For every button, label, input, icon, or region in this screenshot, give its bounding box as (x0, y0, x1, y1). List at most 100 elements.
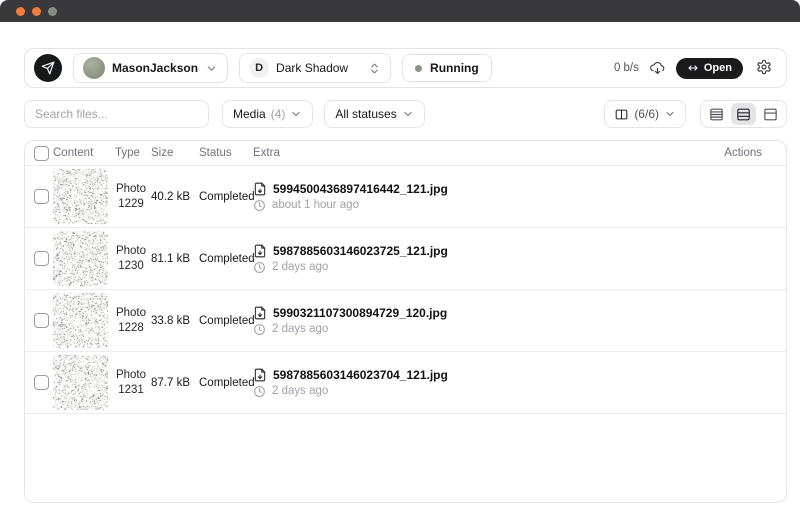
cloud-download-icon (650, 61, 665, 76)
table-row: Photo 1230 81.1 kB Completed 59878856031… (25, 228, 786, 290)
header-type: Type (115, 147, 147, 159)
window-minimize-button[interactable] (32, 7, 41, 16)
table-row: Photo 1228 33.8 kB Completed 59903211073… (25, 290, 786, 352)
row-checkbox[interactable] (34, 313, 49, 328)
clock-icon (253, 323, 266, 336)
row-density-segmented-control (700, 100, 787, 128)
file-status: Completed (199, 253, 249, 265)
file-type-id: 1230 (115, 259, 147, 274)
file-name: 5990321107300894729_120.jpg (273, 306, 447, 320)
density-compact-button[interactable] (704, 103, 729, 125)
media-dropdown-label: Media (233, 107, 266, 121)
row-checkbox[interactable] (34, 375, 49, 390)
chevrons-up-down-icon (368, 62, 381, 75)
row-actions (692, 320, 762, 321)
file-down-icon (253, 244, 267, 258)
file-name: 5987885603146023725_121.jpg (273, 244, 448, 258)
header-content: Content (53, 147, 111, 159)
file-type: Photo (115, 244, 147, 259)
filter-bar: Media (4) All statuses (6/6) (24, 100, 787, 128)
channel-initial-badge: D (249, 58, 269, 78)
select-all-checkbox[interactable] (34, 146, 49, 161)
file-type: Photo (115, 368, 147, 383)
file-name: 5987885603146023704_121.jpg (273, 368, 448, 382)
file-time: about 1 hour ago (272, 199, 359, 211)
file-size: 87.7 kB (151, 377, 195, 389)
chevron-down-icon (664, 108, 676, 120)
status-filter-dropdown[interactable]: All statuses (324, 100, 424, 128)
main-content: MasonJackson D Dark Shadow Running 0 b/s (0, 48, 800, 503)
file-type-id: 1228 (115, 321, 147, 336)
rows-compact-icon (708, 106, 725, 123)
media-type-dropdown[interactable]: Media (4) (222, 100, 313, 128)
file-down-icon (253, 182, 267, 196)
row-checkbox[interactable] (34, 251, 49, 266)
clock-icon (253, 385, 266, 398)
file-status: Completed (199, 377, 249, 389)
file-time: 2 days ago (272, 323, 328, 335)
row-actions (692, 196, 762, 197)
columns-count: (6/6) (634, 107, 659, 121)
open-button[interactable]: Open (676, 58, 743, 79)
file-time: 2 days ago (272, 261, 328, 273)
photo-thumbnail[interactable] (53, 231, 108, 286)
table-row: Photo 1229 40.2 kB Completed 59945004368… (25, 166, 786, 228)
row-actions (692, 258, 762, 259)
clock-icon (253, 199, 266, 212)
status-label: Running (430, 61, 479, 75)
file-down-icon (253, 306, 267, 320)
window-close-button[interactable] (16, 7, 25, 16)
top-toolbar: MasonJackson D Dark Shadow Running 0 b/s (24, 48, 787, 88)
file-size: 40.2 kB (151, 191, 195, 203)
photo-thumbnail[interactable] (53, 169, 108, 224)
gear-icon (756, 59, 772, 75)
file-down-icon (253, 368, 267, 382)
file-status: Completed (199, 315, 249, 327)
clock-icon (253, 261, 266, 274)
status-dot-icon (415, 65, 422, 72)
header-extra: Extra (253, 147, 688, 159)
file-name: 5994500436897416442_121.jpg (273, 182, 448, 196)
status-indicator: Running (402, 54, 492, 82)
open-button-label: Open (704, 62, 732, 74)
rows-spacious-icon (762, 106, 779, 123)
columns-icon (614, 107, 629, 122)
file-type: Photo (115, 306, 147, 321)
file-size: 81.1 kB (151, 253, 195, 265)
telegram-logo-icon (34, 54, 62, 82)
file-time: 2 days ago (272, 385, 328, 397)
chevron-down-icon (205, 62, 218, 75)
header-size: Size (151, 147, 195, 159)
files-table: Content Type Size Status Extra Actions P… (24, 140, 787, 503)
file-type: Photo (115, 182, 147, 197)
account-avatar (83, 57, 105, 79)
channel-select[interactable]: D Dark Shadow (239, 53, 391, 83)
move-horizontal-icon (687, 62, 699, 74)
titlebar (0, 0, 800, 22)
chevron-down-icon (290, 108, 302, 120)
photo-thumbnail[interactable] (53, 293, 108, 348)
density-spacious-button[interactable] (758, 103, 783, 125)
photo-thumbnail[interactable] (53, 355, 108, 410)
account-select[interactable]: MasonJackson (73, 53, 228, 83)
status-filter-label: All statuses (335, 107, 396, 121)
file-status: Completed (199, 191, 249, 203)
row-checkbox[interactable] (34, 189, 49, 204)
channel-name: Dark Shadow (276, 61, 361, 75)
rows-comfortable-icon (735, 106, 752, 123)
file-size: 33.8 kB (151, 315, 195, 327)
account-name: MasonJackson (112, 61, 198, 75)
file-type-id: 1229 (115, 197, 147, 212)
table-row: Photo 1231 87.7 kB Completed 59878856031… (25, 352, 786, 414)
download-speed: 0 b/s (614, 62, 639, 74)
columns-visibility-dropdown[interactable]: (6/6) (604, 100, 686, 128)
chevron-down-icon (402, 108, 414, 120)
row-actions (692, 382, 762, 383)
file-type-id: 1231 (115, 383, 147, 398)
settings-button[interactable] (754, 57, 774, 80)
window-maximize-button[interactable] (48, 7, 57, 16)
media-dropdown-count: (4) (271, 107, 286, 121)
search-input[interactable] (24, 100, 209, 128)
header-actions: Actions (692, 147, 762, 159)
density-comfortable-button[interactable] (731, 103, 756, 125)
